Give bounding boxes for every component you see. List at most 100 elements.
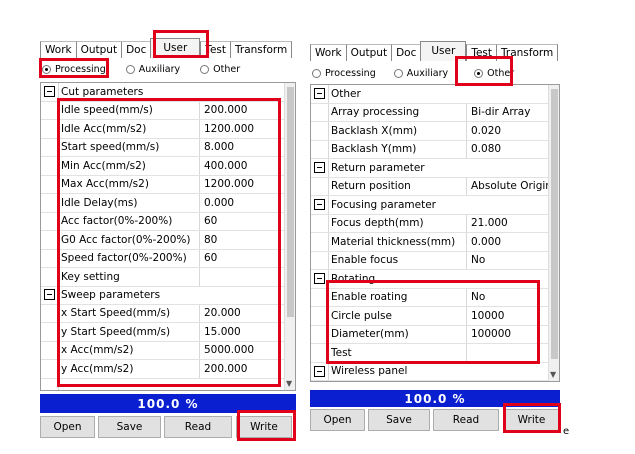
parameter-row[interactable]: Backlash Y(mm) 0.080	[311, 140, 549, 159]
parameter-value[interactable]: 5000.000	[199, 341, 286, 359]
save-button[interactable]: Save	[98, 416, 161, 438]
parameter-row[interactable]: Focus depth(mm) 21.000	[311, 214, 549, 233]
parameter-row[interactable]: Diameter(mm) 100000	[311, 325, 549, 344]
parameter-value[interactable]	[466, 344, 549, 362]
tab-output[interactable]: Output	[345, 44, 392, 61]
parameter-row[interactable]: Min Acc(mm/s2) 400.000	[41, 157, 286, 176]
radio-auxiliary[interactable]: Auxiliary	[125, 63, 181, 75]
scrollbar-thumb[interactable]	[551, 89, 558, 359]
parameter-value[interactable]	[199, 268, 286, 286]
collapse-icon[interactable]	[314, 162, 325, 174]
tab-transform[interactable]: Transform	[496, 44, 559, 61]
parameter-value[interactable]: 60	[199, 212, 286, 230]
radio-processing[interactable]: Processing	[312, 68, 376, 79]
collapse-icon[interactable]	[314, 199, 325, 211]
tab-test[interactable]: Test	[200, 41, 230, 58]
group-row[interactable]: Focusing parameter	[311, 196, 549, 215]
collapse-icon[interactable]	[314, 273, 325, 285]
parameter-value[interactable]: Bi-dir Array	[466, 103, 549, 121]
read-button[interactable]: Read	[164, 416, 232, 438]
parameter-row[interactable]: Test	[311, 344, 549, 363]
tab-doc[interactable]: Doc	[121, 41, 151, 58]
parameter-row[interactable]: Return position Absolute Origin	[311, 177, 549, 196]
write-button[interactable]: Write	[236, 416, 292, 438]
parameter-row[interactable]: y Start Speed(mm/s) 15.000	[41, 323, 286, 342]
parameter-value[interactable]: 200.000	[199, 101, 286, 119]
collapse-icon[interactable]	[44, 86, 55, 98]
parameter-value[interactable]: No	[466, 288, 549, 306]
parameter-row[interactable]: Key setting	[41, 268, 286, 287]
parameter-value[interactable]: 1200.000	[199, 120, 286, 138]
group-row[interactable]: Wireless panel	[311, 363, 549, 381]
parameter-value[interactable]: 400.000	[199, 157, 286, 175]
parameter-row[interactable]: y Acc(mm/s2) 200.000	[41, 360, 286, 379]
collapse-icon[interactable]	[314, 365, 325, 377]
parameter-value[interactable]: 1200.000	[199, 175, 286, 193]
parameter-value[interactable]: 0.020	[466, 122, 549, 140]
parameter-value[interactable]: 60	[199, 249, 286, 267]
parameter-row[interactable]: x Start Speed(mm/s) 20.000	[41, 304, 286, 323]
parameter-row[interactable]: Enable focus No	[311, 251, 549, 270]
open-button[interactable]: Open	[310, 409, 365, 431]
parameter-value[interactable]: 200.000	[199, 360, 286, 378]
write-button[interactable]: Write	[504, 409, 559, 431]
parameter-row[interactable]: Acc factor(0%-200%) 60	[41, 212, 286, 231]
tab-doc[interactable]: Doc	[391, 44, 421, 61]
tab-user[interactable]: User	[150, 38, 201, 58]
left-button-bar: Open Save Read Write	[40, 416, 292, 438]
parameter-value[interactable]: 80	[199, 231, 286, 249]
right-vertical-scrollbar[interactable]: ▼	[548, 85, 559, 381]
radio-other[interactable]: Other	[200, 64, 240, 75]
tab-output[interactable]: Output	[75, 41, 122, 58]
scroll-down-icon[interactable]: ▼	[550, 370, 556, 379]
open-button[interactable]: Open	[40, 416, 95, 438]
parameter-value[interactable]: Absolute Origin	[466, 177, 549, 195]
tab-work[interactable]: Work	[310, 44, 346, 61]
parameter-value[interactable]: 0.080	[466, 140, 549, 158]
parameter-value[interactable]: 20.000	[199, 304, 286, 322]
parameter-value[interactable]: No	[466, 251, 549, 269]
group-row[interactable]: Rotating	[311, 270, 549, 289]
read-button[interactable]: Read	[433, 409, 499, 431]
parameter-value[interactable]: 8.000	[199, 138, 286, 156]
collapse-icon[interactable]	[44, 289, 55, 301]
parameter-value[interactable]: 0.000	[466, 233, 549, 251]
group-row[interactable]: Other	[311, 85, 549, 104]
radio-processing[interactable]: Processing	[42, 64, 106, 75]
parameter-value[interactable]: 10000	[466, 307, 549, 325]
tab-work[interactable]: Work	[40, 41, 76, 58]
parameter-value[interactable]: 15.000	[199, 323, 286, 341]
scrollbar-thumb[interactable]	[287, 87, 294, 317]
parameter-name: Speed factor(0%-200%)	[61, 252, 187, 265]
scroll-down-icon[interactable]: ▼	[286, 379, 292, 388]
parameter-row[interactable]: G0 Acc factor(0%-200%) 80	[41, 231, 286, 250]
collapse-icon[interactable]	[314, 88, 325, 100]
parameter-value[interactable]: 0.000	[199, 194, 286, 212]
parameter-row[interactable]: Material thickness(mm) 0.000	[311, 233, 549, 252]
parameter-value[interactable]: 100000	[466, 325, 549, 343]
radio-label: Auxiliary	[138, 63, 181, 75]
parameter-row[interactable]: Speed factor(0%-200%) 60	[41, 249, 286, 268]
parameter-value[interactable]: 21.000	[466, 214, 549, 232]
tab-test[interactable]: Test	[466, 44, 496, 61]
parameter-row[interactable]: Max Acc(mm/s2) 1200.000	[41, 175, 286, 194]
radio-auxiliary[interactable]: Auxiliary	[393, 68, 448, 79]
tab-transform[interactable]: Transform	[230, 41, 293, 58]
parameter-row[interactable]: Start speed(mm/s) 8.000	[41, 138, 286, 157]
group-row[interactable]: Return parameter	[311, 159, 549, 178]
group-row-sweep-parameters[interactable]: Sweep parameters	[41, 286, 286, 305]
parameter-row[interactable]: x Acc(mm/s2) 5000.000	[41, 341, 286, 360]
parameter-row[interactable]: Array processing Bi-dir Array	[311, 103, 549, 122]
left-vertical-scrollbar[interactable]: ▼	[284, 83, 295, 390]
parameter-row[interactable]: Idle speed(mm/s) 200.000	[41, 101, 286, 120]
parameter-row[interactable]: Backlash X(mm) 0.020	[311, 122, 549, 141]
radio-other[interactable]: Other	[474, 68, 514, 79]
group-row-cut-parameters[interactable]: Cut parameters	[41, 83, 286, 102]
left-mode-radios: Processing Auxiliary Other	[40, 60, 240, 78]
parameter-row[interactable]: Circle pulse 10000	[311, 307, 549, 326]
parameter-row[interactable]: Idle Acc(mm/s2) 1200.000	[41, 120, 286, 139]
tab-user[interactable]: User	[420, 41, 467, 61]
parameter-row[interactable]: Enable roating No	[311, 288, 549, 307]
save-button[interactable]: Save	[368, 409, 430, 431]
parameter-row[interactable]: Idle Delay(ms) 0.000	[41, 194, 286, 213]
